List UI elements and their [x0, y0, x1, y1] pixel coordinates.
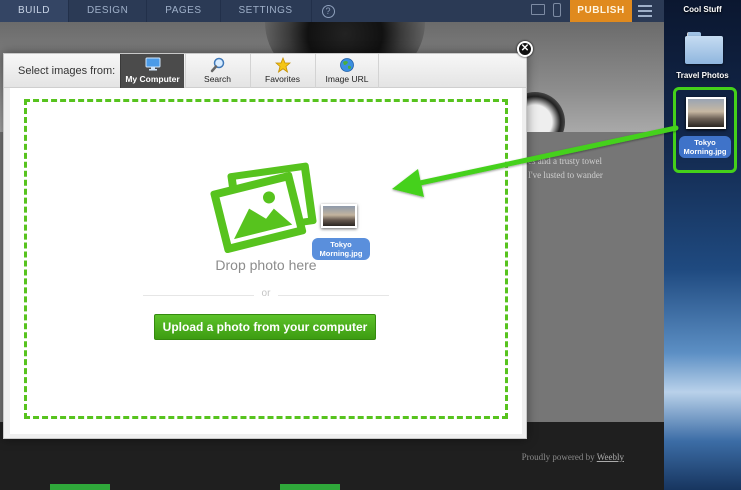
- magnifier-icon: [210, 57, 224, 73]
- or-text: or: [253, 288, 279, 299]
- select-images-label: Select images from:: [18, 65, 116, 77]
- desktop-label: Cool Stuff: [683, 5, 722, 14]
- footer-credit: Proudly powered by Weebly: [522, 452, 624, 462]
- globe-icon: [340, 58, 354, 72]
- file-label-line: Morning.jpg: [683, 147, 727, 156]
- tab-favorites[interactable]: Favorites: [250, 54, 314, 88]
- nav-pages[interactable]: PAGES: [147, 0, 221, 22]
- page-text-line: es and a trusty towel: [528, 156, 602, 166]
- editor-topbar: BUILD DESIGN PAGES SETTINGS ? PUBLISH: [0, 0, 664, 22]
- or-divider: or: [27, 288, 505, 299]
- tab-label: My Computer: [125, 74, 180, 84]
- star-icon: [274, 57, 291, 73]
- photos-icon: [210, 162, 317, 254]
- hamburger-menu-icon[interactable]: [638, 5, 652, 17]
- nav-build[interactable]: BUILD: [0, 0, 69, 22]
- help-icon[interactable]: ?: [321, 4, 335, 18]
- tab-label: Search: [204, 74, 231, 84]
- footer-prefix: Proudly powered by: [521, 452, 595, 462]
- photo-thumbnail-icon: [686, 97, 726, 129]
- monitor-icon: [145, 57, 160, 71]
- tab-label: Image URL: [325, 74, 369, 84]
- page-text-line: I've lusted to wander: [528, 170, 603, 180]
- nav-design[interactable]: DESIGN: [69, 0, 148, 22]
- mobile-view-icon[interactable]: [553, 3, 561, 17]
- drop-photo-text: Drop photo here: [215, 257, 317, 273]
- publish-button[interactable]: PUBLISH: [570, 0, 632, 22]
- file-label-line: Tokyo: [330, 240, 352, 249]
- tab-search[interactable]: Search: [185, 54, 249, 88]
- image-picker-modal: Select images from: My Computer Search F…: [3, 53, 527, 439]
- close-modal-button[interactable]: ✕: [517, 41, 533, 57]
- file-label: Tokyo Morning.jpg: [679, 136, 731, 158]
- footer-brand-link[interactable]: Weebly: [597, 452, 624, 462]
- upload-photo-button[interactable]: Upload a photo from your computer: [154, 314, 376, 340]
- footer-accent: [50, 484, 110, 490]
- photo-drop-zone[interactable]: Tokyo Morning.jpg Drop photo here or Upl…: [24, 99, 508, 419]
- drop-area: Tokyo Morning.jpg Drop photo here or Upl…: [10, 88, 522, 434]
- tab-my-computer[interactable]: My Computer: [120, 54, 184, 88]
- desktop-area: Cool Stuff Travel Photos Tokyo Morning.j…: [664, 0, 741, 490]
- dragged-photo-thumbnail: [321, 204, 357, 228]
- folder-icon[interactable]: [685, 32, 723, 64]
- source-tabs: Select images from: My Computer Search F…: [4, 54, 526, 88]
- desktop-view-icon[interactable]: [531, 4, 545, 15]
- tab-image-url[interactable]: Image URL: [315, 54, 379, 88]
- folder-label[interactable]: Travel Photos: [664, 71, 741, 80]
- tokyo-morning-file[interactable]: Tokyo Morning.jpg: [673, 87, 737, 173]
- nav-settings[interactable]: SETTINGS: [221, 0, 312, 22]
- tab-label: Favorites: [265, 74, 300, 84]
- footer-accent: [280, 484, 340, 490]
- file-label-line: Tokyo: [694, 138, 716, 147]
